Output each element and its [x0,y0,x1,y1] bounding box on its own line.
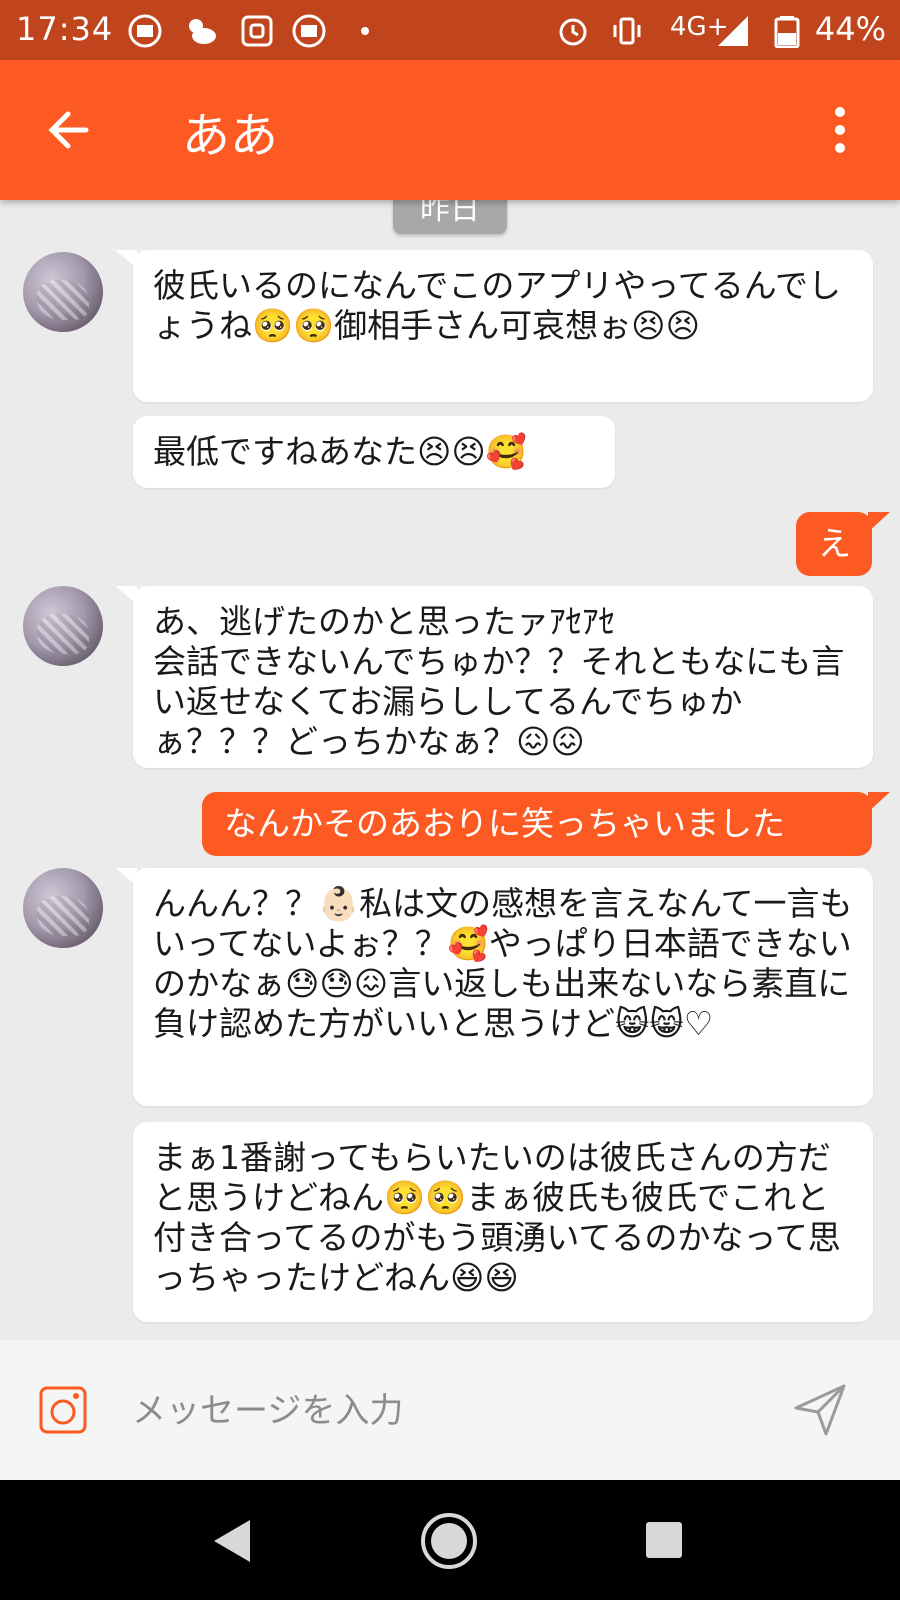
battery-icon [774,16,800,48]
nav-home-icon[interactable] [420,1512,478,1570]
battery-percent: 44% [814,10,886,48]
vibrate-icon [613,17,641,45]
more-notifications-dot-icon [361,27,369,35]
app-notification-icon-2 [292,14,326,48]
status-bar: 17:34 4G+ 44% [0,0,900,60]
message-list[interactable]: 昨日 彼氏いるのになんでこのアプリやってるんでしょうね🥺🥺御相手さん可哀想ぉ😣😣… [0,200,900,1340]
more-vert-icon[interactable] [820,100,860,160]
avatar[interactable] [23,252,103,332]
system-nav-bar [0,1480,900,1600]
message-bubble-incoming: あ、逃げたのかと思ったァｱｾｱｾ 会話できないんでちゅか？？それともなにも言い返… [115,586,873,768]
status-time: 17:34 [16,10,114,48]
message-bubble-incoming: んんん？？👶🏻私は文の感想を言えなんて一言もいってないよぉ？？🥰やっぱり日本語で… [115,868,873,1106]
d-app-icon [241,15,273,47]
alarm-icon [559,18,587,46]
message-bubble-outgoing: なんかそのあおりに笑っちゃいました [202,792,890,856]
signal-icon [718,16,748,46]
message-bubble-incoming: まぁ1番謝ってもらいたいのは彼氏さんの方だと思うけどねん🥺🥺まぁ彼氏も彼氏でこれ… [133,1122,873,1322]
send-icon[interactable] [792,1382,848,1438]
app-bar: ああ [0,60,900,200]
avatar[interactable] [23,586,103,666]
nav-back-icon[interactable] [208,1516,258,1566]
chat-title: ああ [182,108,279,164]
instagram-icon[interactable] [38,1385,88,1435]
message-bubble-incoming: 彼氏いるのになんでこのアプリやってるんでしょうね🥺🥺御相手さん可哀想ぉ😣😣 [115,250,873,402]
avatar[interactable] [23,868,103,948]
message-bubble-incoming: 最低ですねあなた😣😣🥰 [133,416,615,488]
date-chip: 昨日 [393,200,507,234]
back-arrow-icon[interactable] [40,100,100,160]
nav-recent-icon[interactable] [644,1520,684,1560]
app-notification-icon [128,14,162,48]
message-input[interactable] [130,1380,734,1442]
message-bubble-outgoing: え [796,512,890,576]
weather-icon [189,19,216,44]
message-composer [0,1340,900,1480]
